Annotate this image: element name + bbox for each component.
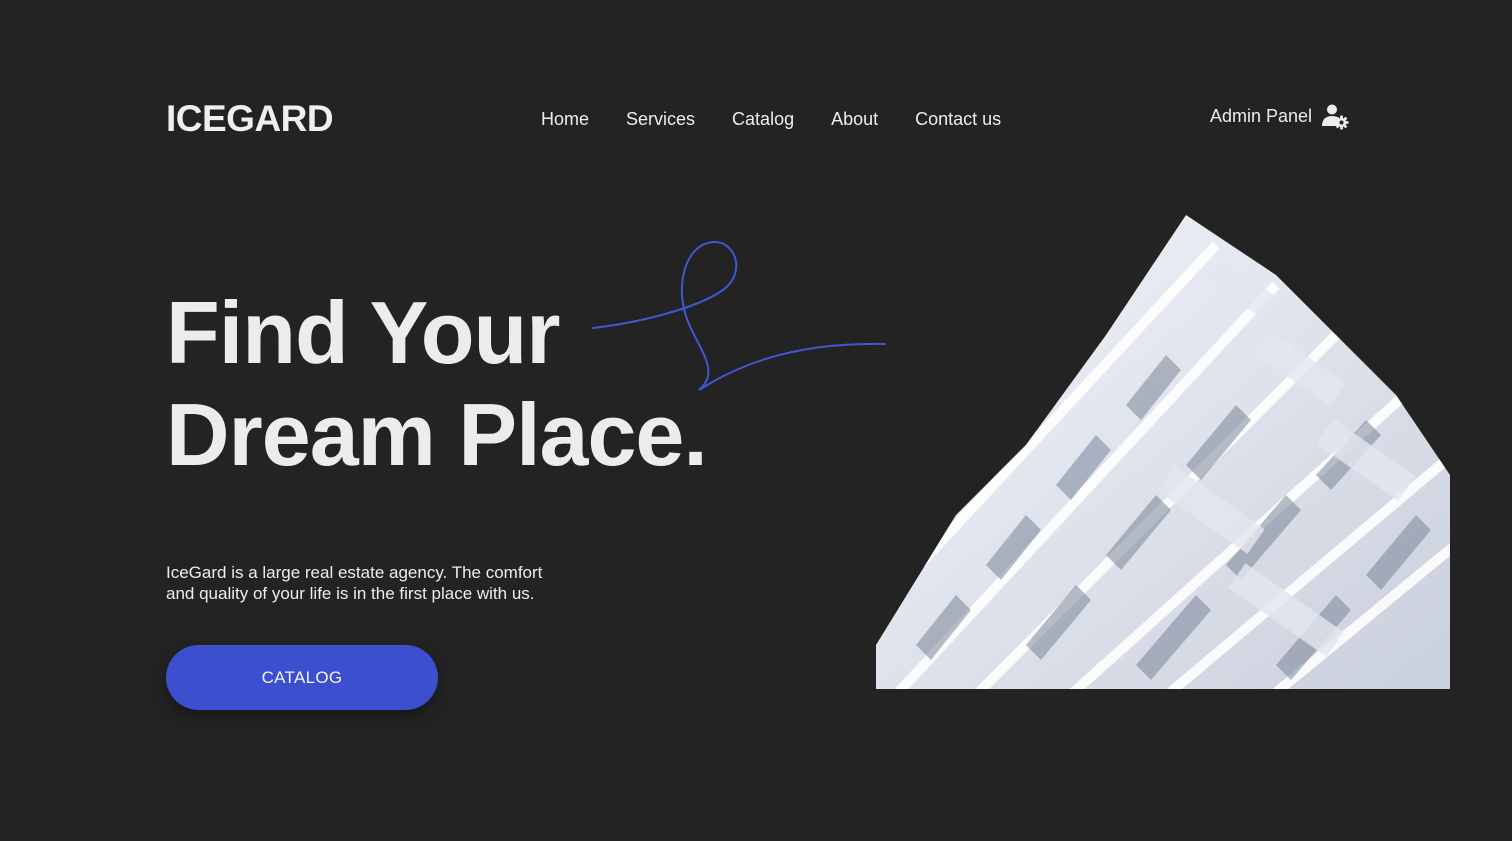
nav-item-about[interactable]: About (831, 106, 878, 132)
user-gear-icon (1322, 104, 1349, 130)
hero-description-line-1: IceGard is a large real estate agency. T… (166, 563, 543, 582)
catalog-button[interactable]: CATALOG (166, 645, 438, 710)
nav-item-contact[interactable]: Contact us (915, 106, 1001, 132)
admin-panel-link[interactable]: Admin Panel (1210, 102, 1349, 130)
nav-item-catalog[interactable]: Catalog (732, 106, 794, 132)
decorative-squiggle (592, 240, 886, 391)
logo[interactable]: ICEGARD (166, 96, 334, 142)
nav-item-services[interactable]: Services (626, 106, 695, 132)
hero-description-line-2: and quality of your life is in the first… (166, 584, 535, 603)
admin-panel-label: Admin Panel (1210, 106, 1313, 126)
main-nav: Home Services Catalog About Contact us (541, 106, 1001, 132)
building-image (876, 215, 1450, 689)
nav-item-home[interactable]: Home (541, 106, 589, 132)
hero-description: IceGard is a large real estate agency. T… (166, 562, 586, 604)
